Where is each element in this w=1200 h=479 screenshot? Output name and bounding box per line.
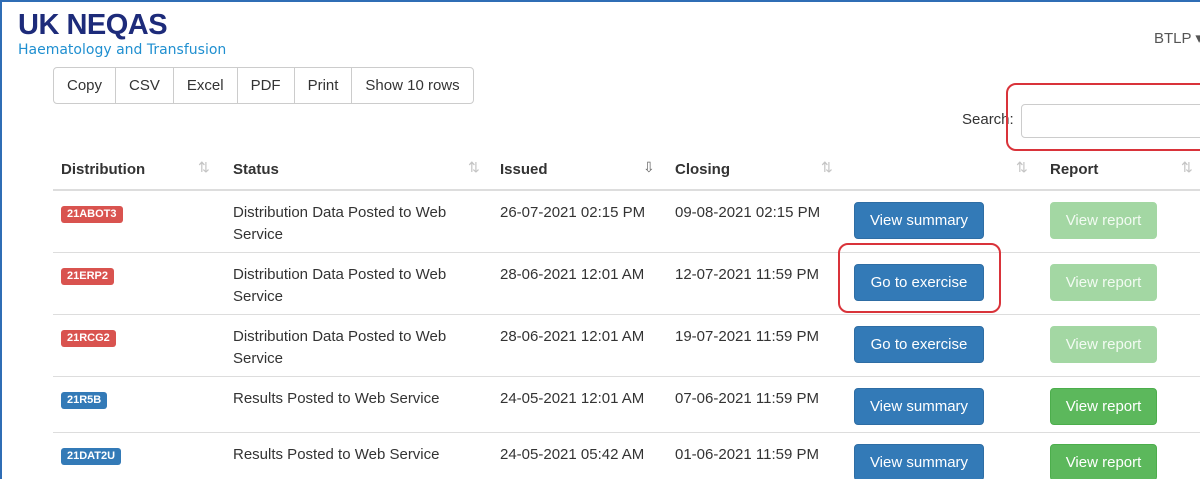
view-report-button[interactable]: View report [1050, 388, 1157, 425]
distribution-badge: 21DAT2U [61, 448, 122, 465]
view-summary-button[interactable]: View summary [854, 202, 984, 239]
column-header-closing[interactable]: Closing [675, 161, 730, 178]
issued-cell: 28-06-2021 12:01 AM [500, 266, 645, 283]
distribution-badge: 21R5B [61, 392, 108, 409]
exercise-highlight-annotation [838, 243, 1001, 313]
issued-cell: 24-05-2021 12:01 AM [500, 390, 645, 407]
copy-button[interactable]: Copy [54, 68, 117, 103]
table-header: Distribution ⇅ Status ⇅ Issued ⇩ Closing… [53, 148, 1200, 191]
closing-cell: 09-08-2021 02:15 PM [675, 204, 821, 221]
issued-cell: 28-06-2021 12:01 AM [500, 328, 645, 345]
closing-cell: 12-07-2021 11:59 PM [675, 266, 819, 283]
table-row: 21ABOT3 Distribution Data Posted to Web … [53, 191, 1200, 253]
closing-cell: 19-07-2021 11:59 PM [675, 328, 819, 345]
column-header-status[interactable]: Status [233, 161, 279, 178]
show-rows-button[interactable]: Show 10 rows [352, 68, 472, 103]
status-cell: Distribution Data Posted to Web Service [233, 204, 447, 243]
issued-cell: 24-05-2021 05:42 AM [500, 446, 645, 463]
logo-title: UK NEQAS [18, 9, 168, 41]
view-summary-button[interactable]: View summary [854, 388, 984, 425]
logo-subtitle: Haematology and Transfusion [18, 42, 227, 58]
table-row: 21ERP2 Distribution Data Posted to Web S… [53, 253, 1200, 315]
view-report-button[interactable]: View report [1050, 264, 1157, 301]
export-button-group: Copy CSV Excel PDF Print Show 10 rows [53, 67, 474, 104]
status-cell: Distribution Data Posted to Web Service [233, 266, 447, 305]
view-report-button[interactable]: View report [1050, 202, 1157, 239]
sort-icon[interactable]: ⇅ [821, 159, 833, 176]
view-summary-button[interactable]: View summary [854, 444, 984, 479]
sort-desc-icon[interactable]: ⇩ [643, 159, 655, 176]
pdf-button[interactable]: PDF [238, 68, 295, 103]
distribution-badge: 21ABOT3 [61, 206, 123, 223]
column-header-report[interactable]: Report [1050, 161, 1098, 178]
column-header-distribution[interactable]: Distribution [61, 161, 145, 178]
table-row: 21R5B Results Posted to Web Service 24-0… [53, 377, 1200, 433]
status-cell: Results Posted to Web Service [233, 446, 440, 463]
search-highlight-annotation [1006, 83, 1200, 151]
table-row: 21DAT2U Results Posted to Web Service 24… [53, 433, 1200, 479]
column-header-issued[interactable]: Issued [500, 161, 548, 178]
sort-icon[interactable]: ⇅ [198, 159, 210, 176]
closing-cell: 07-06-2021 11:59 PM [675, 390, 819, 407]
view-report-button[interactable]: View report [1050, 444, 1157, 479]
distribution-badge: 21RCG2 [61, 330, 116, 347]
sort-icon[interactable]: ⇅ [1181, 159, 1193, 176]
status-cell: Distribution Data Posted to Web Service [233, 328, 447, 367]
sort-icon[interactable]: ⇅ [468, 159, 480, 176]
sort-icon[interactable]: ⇅ [1016, 159, 1028, 176]
status-cell: Results Posted to Web Service [233, 390, 440, 407]
distribution-badge: 21ERP2 [61, 268, 114, 285]
view-report-button[interactable]: View report [1050, 326, 1157, 363]
print-button[interactable]: Print [295, 68, 353, 103]
csv-button[interactable]: CSV [116, 68, 174, 103]
user-menu-dropdown[interactable]: BTLP ▾ [1154, 29, 1200, 47]
table-row: 21RCG2 Distribution Data Posted to Web S… [53, 315, 1200, 377]
distributions-table: Distribution ⇅ Status ⇅ Issued ⇩ Closing… [53, 148, 1200, 479]
excel-button[interactable]: Excel [174, 68, 238, 103]
closing-cell: 01-06-2021 11:59 PM [675, 446, 819, 463]
issued-cell: 26-07-2021 02:15 PM [500, 204, 646, 221]
go-to-exercise-button[interactable]: Go to exercise [854, 326, 984, 363]
